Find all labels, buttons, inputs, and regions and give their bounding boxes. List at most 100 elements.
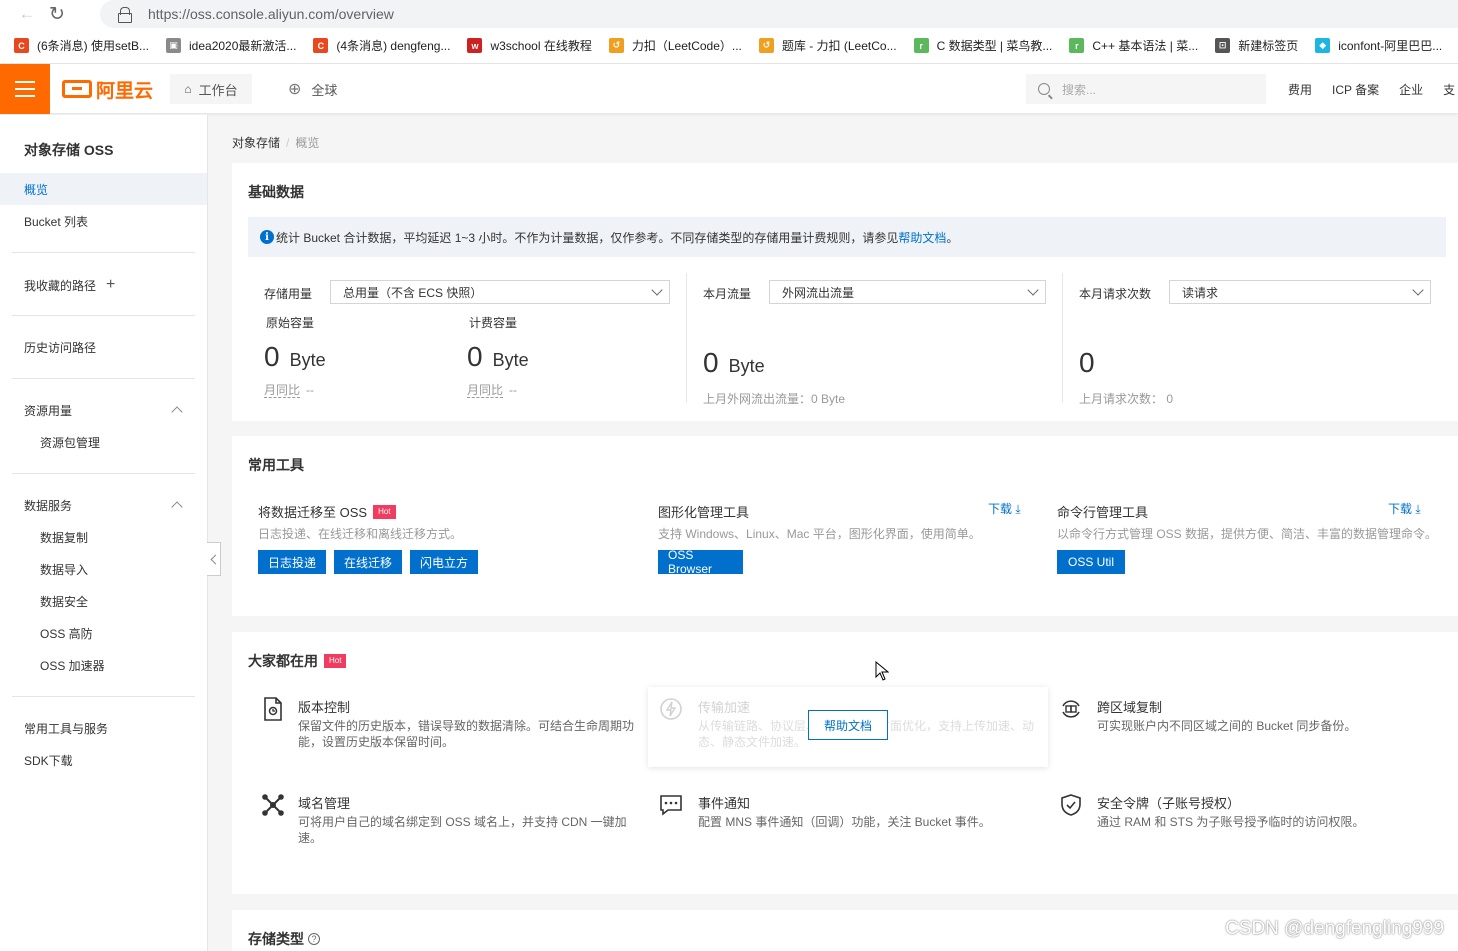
- gui-tool-desc: 支持 Windows、Linux、Mac 平台，图形化界面，使用简单。: [658, 527, 981, 541]
- help-doc-link[interactable]: 帮助文档: [898, 229, 946, 246]
- reload-icon[interactable]: ↻: [42, 0, 72, 28]
- sidebar-item-favorite-paths[interactable]: 我收藏的路径 +: [0, 269, 207, 301]
- bookmark-item[interactable]: w w3school 在线教程: [467, 37, 592, 54]
- bookmark-item[interactable]: ↺ 题库 - 力扣 (LeetCo...: [758, 37, 897, 54]
- sidebar-item-sdk-download[interactable]: SDK下载: [0, 744, 207, 776]
- sidebar-item-data-services[interactable]: 数据服务: [0, 489, 207, 521]
- bookmark-item[interactable]: C (6条消息) 使用setB...: [14, 37, 149, 54]
- runoob-icon: r: [1069, 38, 1085, 53]
- search-placeholder: 搜索...: [1062, 82, 1097, 97]
- storage-usage-select[interactable]: 总用量（不含 ECS 快照）: [330, 280, 670, 304]
- aliyun-logo-icon: [62, 80, 92, 98]
- domain-management-title[interactable]: 域名管理: [298, 793, 350, 812]
- traffic-unit: Byte: [728, 356, 765, 376]
- top-link-billing[interactable]: 费用: [1288, 81, 1312, 98]
- bookmark-label: 力扣（LeetCode）...: [631, 39, 742, 53]
- common-tools-title: 常用工具: [248, 457, 304, 473]
- sidebar-item-overview[interactable]: 概览: [0, 173, 207, 205]
- migrate-tool-desc: 日志投递、在线迁移和离线迁移方式。: [258, 527, 463, 541]
- question-icon[interactable]: ?: [308, 933, 320, 945]
- menu-icon[interactable]: [0, 64, 50, 114]
- popular-title: 大家都在用 Hot: [248, 651, 347, 671]
- search-input[interactable]: 搜索...: [1026, 74, 1266, 104]
- bookmark-item[interactable]: ▣ idea2020最新激活...: [166, 37, 296, 54]
- sidebar-item-data-import[interactable]: 数据导入: [0, 553, 207, 585]
- bookmark-item[interactable]: C (4条消息) dengfeng...: [313, 37, 450, 54]
- sidebar-item-tools-services[interactable]: 常用工具与服务: [0, 712, 207, 744]
- bookmark-item[interactable]: ⊡ 新建标签页: [1215, 37, 1298, 54]
- cli-download-link[interactable]: 下载 ⤓: [1388, 500, 1421, 517]
- requests-number: 0: [1079, 347, 1095, 378]
- aliyun-logo[interactable]: 阿里云: [62, 76, 153, 102]
- traffic-value: 0 Byte: [703, 347, 765, 379]
- workbench-button[interactable]: ⌂ 工作台: [170, 74, 252, 104]
- storage-types-title-text: 存储类型: [248, 931, 304, 947]
- sidebar-item-label: 概览: [24, 182, 49, 197]
- lightning-cube-button[interactable]: 闪电立方: [410, 550, 478, 574]
- plus-icon[interactable]: +: [106, 276, 115, 294]
- sidebar-item-history-paths[interactable]: 历史访问路径: [0, 331, 207, 363]
- traffic-last-month: 上月外网流出流量：0 Byte: [703, 392, 846, 406]
- bookmark-item[interactable]: r C++ 基本语法 | 菜...: [1069, 37, 1198, 54]
- cross-region-desc: 可实现账户内不同区域之间的 Bucket 同步备份。: [1097, 719, 1357, 733]
- region-selector[interactable]: ⊕ 全球: [288, 74, 337, 104]
- cross-region-title[interactable]: 跨区域复制: [1097, 697, 1162, 716]
- gui-download-link[interactable]: 下载 ⤓: [988, 500, 1021, 517]
- sidebar-item-label: 历史访问路径: [24, 340, 97, 355]
- sidebar-item-label: 数据复制: [40, 530, 89, 545]
- security-token-title[interactable]: 安全令牌（子账号授权）: [1097, 793, 1240, 812]
- sidebar-item-data-security[interactable]: 数据安全: [0, 585, 207, 617]
- sidebar-collapse-toggle[interactable]: [207, 542, 221, 576]
- mom-value: --: [306, 383, 315, 397]
- traffic-select[interactable]: 外网流出流量: [769, 280, 1046, 304]
- sidebar-item-bucket-list[interactable]: Bucket 列表: [0, 205, 207, 237]
- mom-label: 月同比: [467, 383, 504, 398]
- leetcode-icon: ↺: [608, 38, 624, 53]
- chevron-down-icon: [1027, 284, 1039, 296]
- event-notify-title[interactable]: 事件通知: [698, 793, 750, 812]
- online-migration-button[interactable]: 在线迁移: [334, 550, 402, 574]
- breadcrumb-root[interactable]: 对象存储: [232, 136, 280, 150]
- requests-value: 0: [1079, 347, 1095, 379]
- basic-data-card: 基础数据 i 统计 Bucket 合计数据，平均延迟 1~3 小时。不作为计量数…: [232, 163, 1458, 421]
- csdn-icon: C: [313, 38, 329, 53]
- bookmark-label: C++ 基本语法 | 菜...: [1092, 39, 1199, 53]
- sidebar-item-oss-ddos[interactable]: OSS 高防: [0, 617, 207, 649]
- top-link-support[interactable]: 支: [1443, 81, 1455, 98]
- top-link-enterprise[interactable]: 企业: [1399, 81, 1423, 98]
- common-tools-card: 常用工具 将数据迁移至 OSS Hot 日志投递、在线迁移和离线迁移方式。 日志投…: [232, 436, 1458, 616]
- bookmark-item[interactable]: ↺ 力扣（LeetCode）...: [608, 37, 742, 54]
- back-arrow-icon[interactable]: ←: [12, 0, 42, 28]
- notice-end: 。: [946, 230, 959, 245]
- security-token-desc: 通过 RAM 和 STS 为子账号授予临时的访问权限。: [1097, 815, 1365, 829]
- oss-browser-button[interactable]: OSS Browser: [658, 548, 743, 576]
- top-link-icp[interactable]: ICP 备案: [1332, 81, 1379, 98]
- log-delivery-button[interactable]: 日志投递: [258, 550, 326, 574]
- help-doc-button[interactable]: 帮助文档: [808, 710, 888, 740]
- storage-types-title: 存储类型?: [248, 929, 320, 949]
- sidebar-item-data-copy[interactable]: 数据复制: [0, 521, 207, 553]
- bookmark-label: w3school 在线教程: [490, 39, 592, 53]
- home-icon: ⌂: [184, 82, 192, 96]
- sidebar-item-label: 资源用量: [24, 403, 73, 418]
- sidebar-item-resource-usage[interactable]: 资源用量: [0, 394, 207, 426]
- traffic-number: 0: [703, 347, 719, 378]
- oss-util-button[interactable]: OSS Util: [1057, 550, 1125, 574]
- sidebar-item-resource-package[interactable]: 资源包管理: [0, 426, 207, 458]
- sidebar-item-label: 数据安全: [40, 594, 89, 609]
- bookmark-item[interactable]: ◆ iconfont-阿里巴巴...: [1315, 37, 1442, 54]
- sidebar: 对象存储 OSS 概览 Bucket 列表 我收藏的路径 + 历史访问路径 资源用…: [0, 115, 208, 951]
- version-control-title[interactable]: 版本控制: [298, 697, 350, 716]
- raw-capacity-label: 原始容量: [266, 316, 315, 330]
- url-field[interactable]: https://oss.console.aliyun.com/overview: [100, 0, 1458, 28]
- sidebar-item-label: OSS 加速器: [40, 658, 105, 673]
- sidebar-divider: [12, 252, 195, 253]
- sidebar-divider: [12, 315, 195, 316]
- popular-title-text: 大家都在用: [248, 653, 318, 669]
- requests-select[interactable]: 读请求: [1169, 280, 1431, 304]
- console-topbar: 阿里云 ⌂ 工作台 ⊕ 全球 搜索... 费用 ICP 备案 企业 支: [0, 64, 1458, 114]
- bookmark-item[interactable]: r C 数据类型 | 菜鸟教...: [913, 37, 1052, 54]
- newtab-icon: ⊡: [1215, 38, 1231, 53]
- watermark: CSDN @dengfengling999: [1225, 918, 1444, 939]
- sidebar-item-oss-accelerator[interactable]: OSS 加速器: [0, 649, 207, 681]
